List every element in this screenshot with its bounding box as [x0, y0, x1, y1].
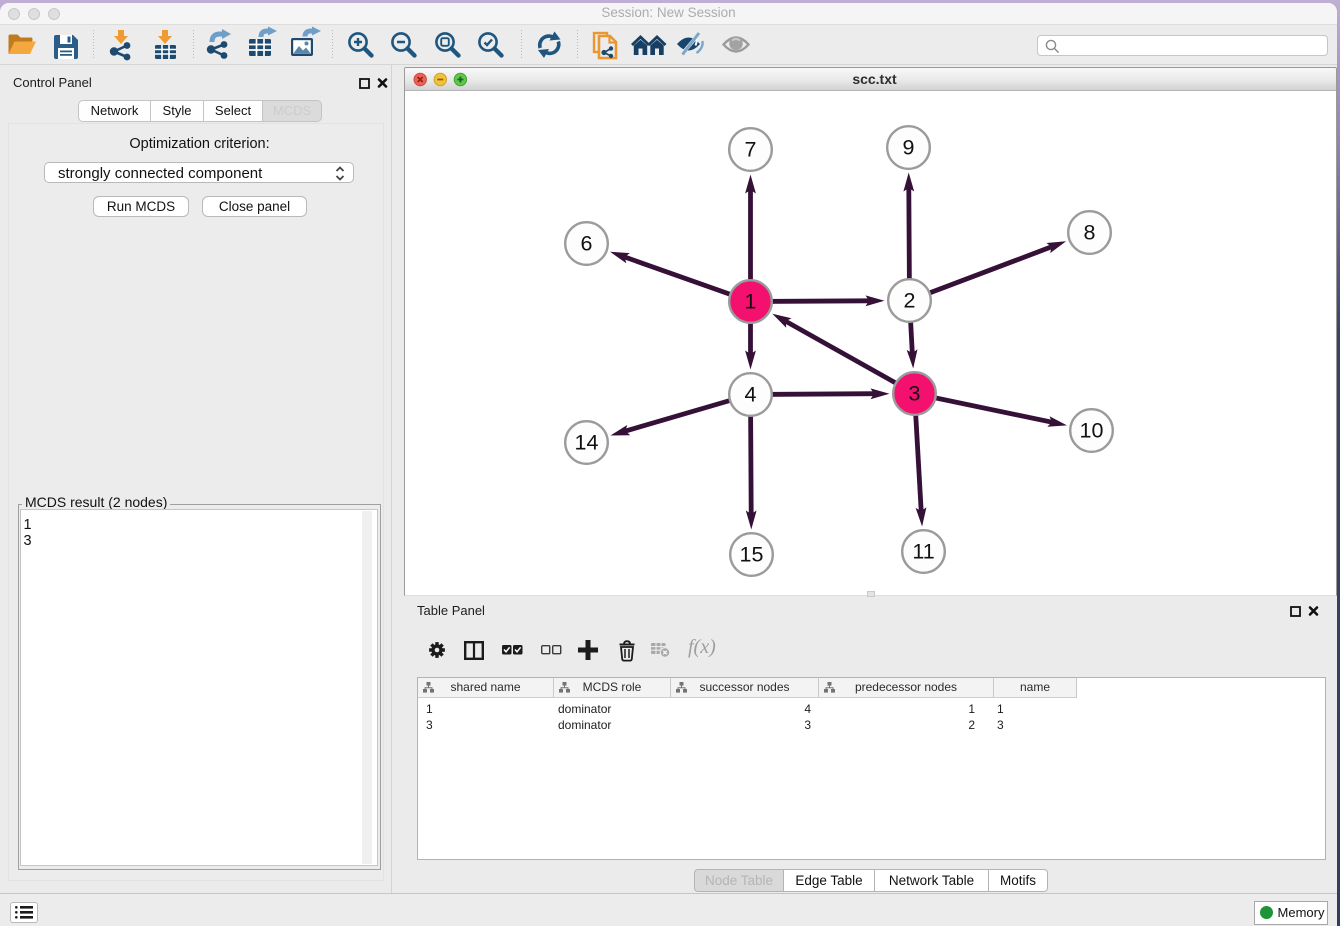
svg-text:10: 10: [1080, 419, 1104, 443]
svg-text:6: 6: [581, 232, 593, 256]
svg-text:3: 3: [909, 382, 921, 406]
svg-text:4: 4: [745, 383, 757, 407]
svg-text:15: 15: [740, 543, 764, 567]
svg-text:11: 11: [912, 540, 934, 564]
svg-text:8: 8: [1084, 221, 1096, 245]
svg-text:2: 2: [904, 289, 916, 313]
svg-text:14: 14: [575, 431, 599, 455]
svg-text:7: 7: [745, 138, 757, 162]
svg-text:1: 1: [745, 290, 757, 314]
svg-text:9: 9: [903, 136, 915, 160]
svg-text:f(x): f(x): [688, 636, 716, 658]
